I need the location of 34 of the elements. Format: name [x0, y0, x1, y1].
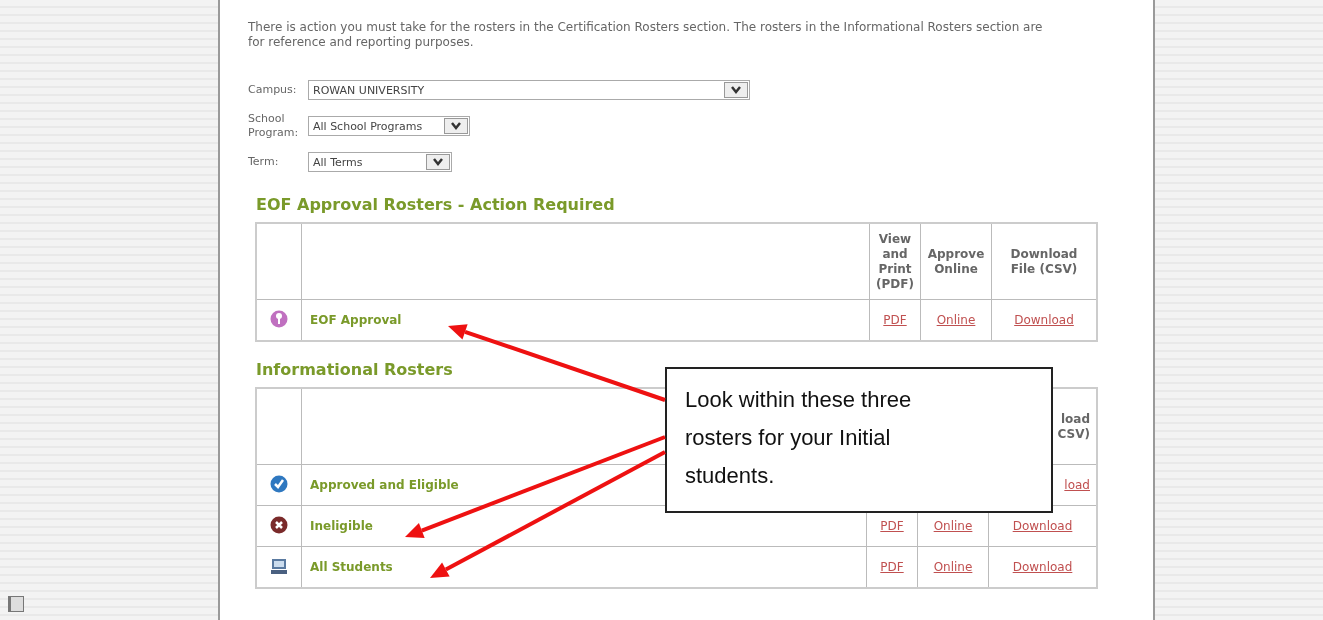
roster-name[interactable]: Ineligible — [310, 519, 373, 533]
dropdown[interactable]: ROWAN UNIVERSITY — [308, 80, 750, 100]
roster-name[interactable]: All Students — [310, 560, 393, 574]
download-link[interactable]: load — [1064, 478, 1090, 492]
computer-icon — [270, 556, 288, 575]
roster-name[interactable]: Approved and Eligible — [310, 478, 459, 492]
section-heading: EOF Approval Rosters - Action Required — [256, 195, 616, 214]
section-heading: Informational Rosters — [256, 360, 454, 379]
caret-icon — [426, 154, 450, 170]
caret-icon — [444, 118, 468, 134]
online-link[interactable]: Online — [933, 519, 973, 533]
callout-box: Look within these three rosters for your Initial students. — [665, 367, 1053, 513]
field-label: Campus: — [248, 83, 298, 97]
x-circle-icon — [270, 515, 288, 534]
key-icon — [270, 309, 288, 328]
checkmark-icon — [270, 474, 288, 493]
roster-name[interactable]: EOF Approval — [310, 313, 402, 327]
column-header: Approve Online — [920, 223, 992, 300]
dropdown[interactable]: All School Programs — [308, 116, 470, 136]
pdf-link[interactable]: PDF — [880, 560, 904, 574]
intro-text: There is action you must take for the rosters in the Certification Rosters section. The rosters in the Informational Rosters section are for reference and reporting purposes. — [248, 20, 1044, 50]
pdf-link[interactable]: PDF — [880, 519, 904, 533]
square-icon — [8, 596, 24, 612]
caret-icon — [724, 82, 748, 98]
dropdown[interactable]: All Terms — [308, 152, 452, 172]
download-link[interactable]: Download — [1012, 560, 1073, 574]
online-link[interactable]: Online — [933, 560, 973, 574]
field-label: School Program: — [248, 112, 300, 140]
field-label: Term: — [248, 155, 280, 169]
online-link[interactable]: Online — [936, 313, 976, 327]
column-header: View and Print (PDF) — [869, 223, 921, 300]
download-link[interactable]: Download — [1014, 313, 1074, 327]
download-link[interactable]: Download — [1012, 519, 1073, 533]
pdf-link[interactable]: PDF — [883, 313, 907, 327]
